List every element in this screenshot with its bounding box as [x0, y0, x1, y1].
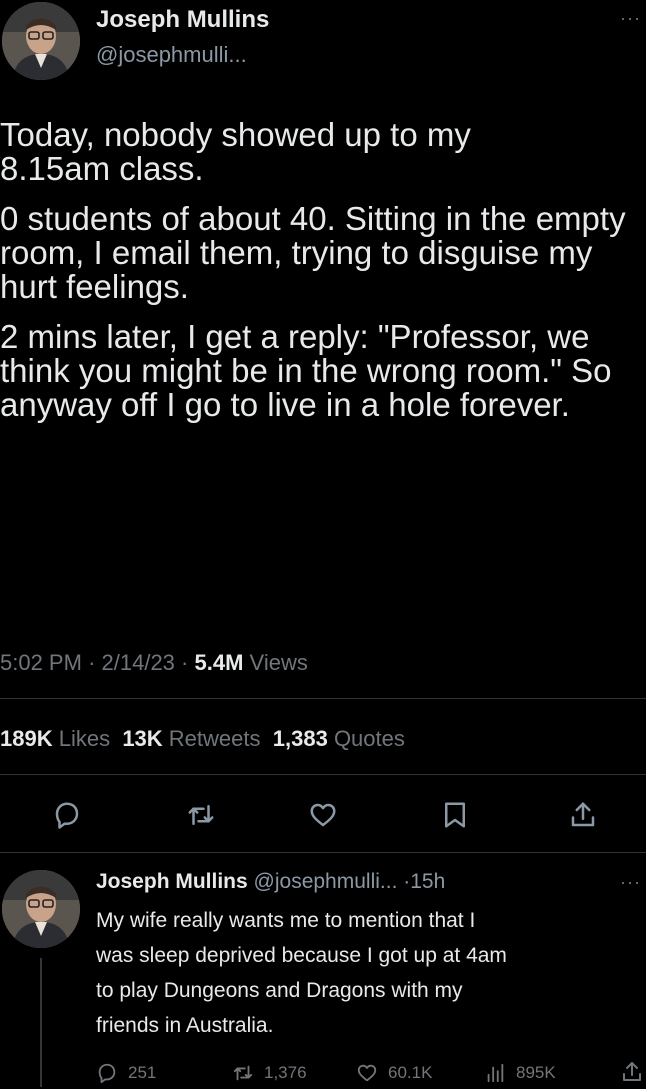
reply-retweets[interactable]: 1,376	[232, 1062, 307, 1084]
reply-views-count: 895K	[516, 1063, 556, 1082]
author-avatar[interactable]	[2, 2, 80, 80]
quotes-count: 1,383	[272, 726, 328, 751]
reply-text: My wife really wants me to mention that …	[96, 903, 646, 1043]
author-name[interactable]: Joseph Mullins	[96, 6, 269, 34]
tweet-meta: 5:02 PM · 2/14/23 · 5.4M Views	[0, 650, 308, 676]
tweet-date[interactable]: 2/14/23	[102, 650, 175, 675]
tweet-text: Today, nobody showed up to my 8.15am cla…	[0, 118, 646, 438]
tweet-paragraph: Today, nobody showed up to my 8.15am cla…	[0, 116, 471, 187]
reply-author-name[interactable]: Joseph Mullins	[96, 870, 248, 893]
retweets-count: 13K	[122, 726, 163, 751]
likes-stat[interactable]: 189K Likes	[0, 726, 110, 751]
reply-more-dots-icon[interactable]: ···	[620, 872, 641, 893]
retweet-icon	[233, 1065, 253, 1081]
reply-likes[interactable]: 60.1K	[356, 1062, 432, 1084]
reply-share-icon[interactable]	[620, 1060, 644, 1089]
retweets-stat[interactable]: 13K Retweets	[122, 726, 260, 751]
reply-text-line: was sleep deprived because I got up at 4…	[96, 944, 507, 967]
retweet-icon[interactable]	[186, 800, 216, 835]
share-icon[interactable]	[568, 800, 598, 835]
reply-text-line: friends in Australia.	[96, 1014, 274, 1037]
quotes-stat[interactable]: 1,383 Quotes	[273, 726, 405, 751]
engagement-stats: 189K Likes 13K Retweets 1,383 Quotes	[0, 726, 405, 752]
reply-likes-count: 60.1K	[388, 1063, 433, 1082]
retweets-label: Retweets	[168, 726, 261, 751]
tweet-paragraph: 2 mins later, I get a reply: "Professor,…	[0, 318, 612, 423]
avatar-photo	[2, 870, 80, 948]
likes-label: Likes	[58, 726, 111, 751]
reply-views[interactable]: 895K	[484, 1062, 556, 1084]
quotes-label: Quotes	[333, 726, 405, 751]
like-icon	[357, 1064, 377, 1082]
reply-author-handle[interactable]: @josephmulli...	[254, 870, 398, 893]
bookmark-icon[interactable]	[440, 800, 470, 835]
reply-icon[interactable]	[52, 800, 82, 835]
divider	[0, 698, 646, 699]
reply-retweets-count: 1,376	[264, 1063, 307, 1082]
divider	[0, 852, 646, 853]
thread-line	[40, 958, 42, 1087]
reply-replies-count: 251	[128, 1063, 157, 1082]
more-dots-icon[interactable]: ···	[620, 8, 641, 29]
reply-replies[interactable]: 251	[96, 1062, 156, 1084]
reply-header: Joseph Mullins @josephmulli... ·15h	[96, 870, 445, 894]
author-handle[interactable]: @josephmulli...	[96, 42, 247, 68]
reply-icon	[98, 1063, 116, 1084]
reply-text-line: My wife really wants me to mention that …	[96, 909, 476, 932]
reply-author-avatar[interactable]	[2, 870, 80, 948]
divider	[0, 774, 646, 775]
avatar-photo	[2, 2, 80, 80]
views-label: Views	[249, 650, 308, 675]
reply-text-line: to play Dungeons and Dragons with my	[96, 979, 463, 1002]
reply-age[interactable]: 15h	[410, 870, 445, 893]
views-icon	[487, 1063, 504, 1083]
likes-count: 189K	[0, 726, 53, 751]
separator: ·	[181, 650, 195, 675]
tweet-time[interactable]: 5:02 PM	[0, 650, 82, 675]
like-icon[interactable]	[308, 800, 338, 835]
tweet-paragraph: 0 students of about 40. Sitting in the e…	[0, 200, 626, 305]
separator: ·	[88, 650, 102, 675]
views-count: 5.4M	[194, 650, 244, 675]
